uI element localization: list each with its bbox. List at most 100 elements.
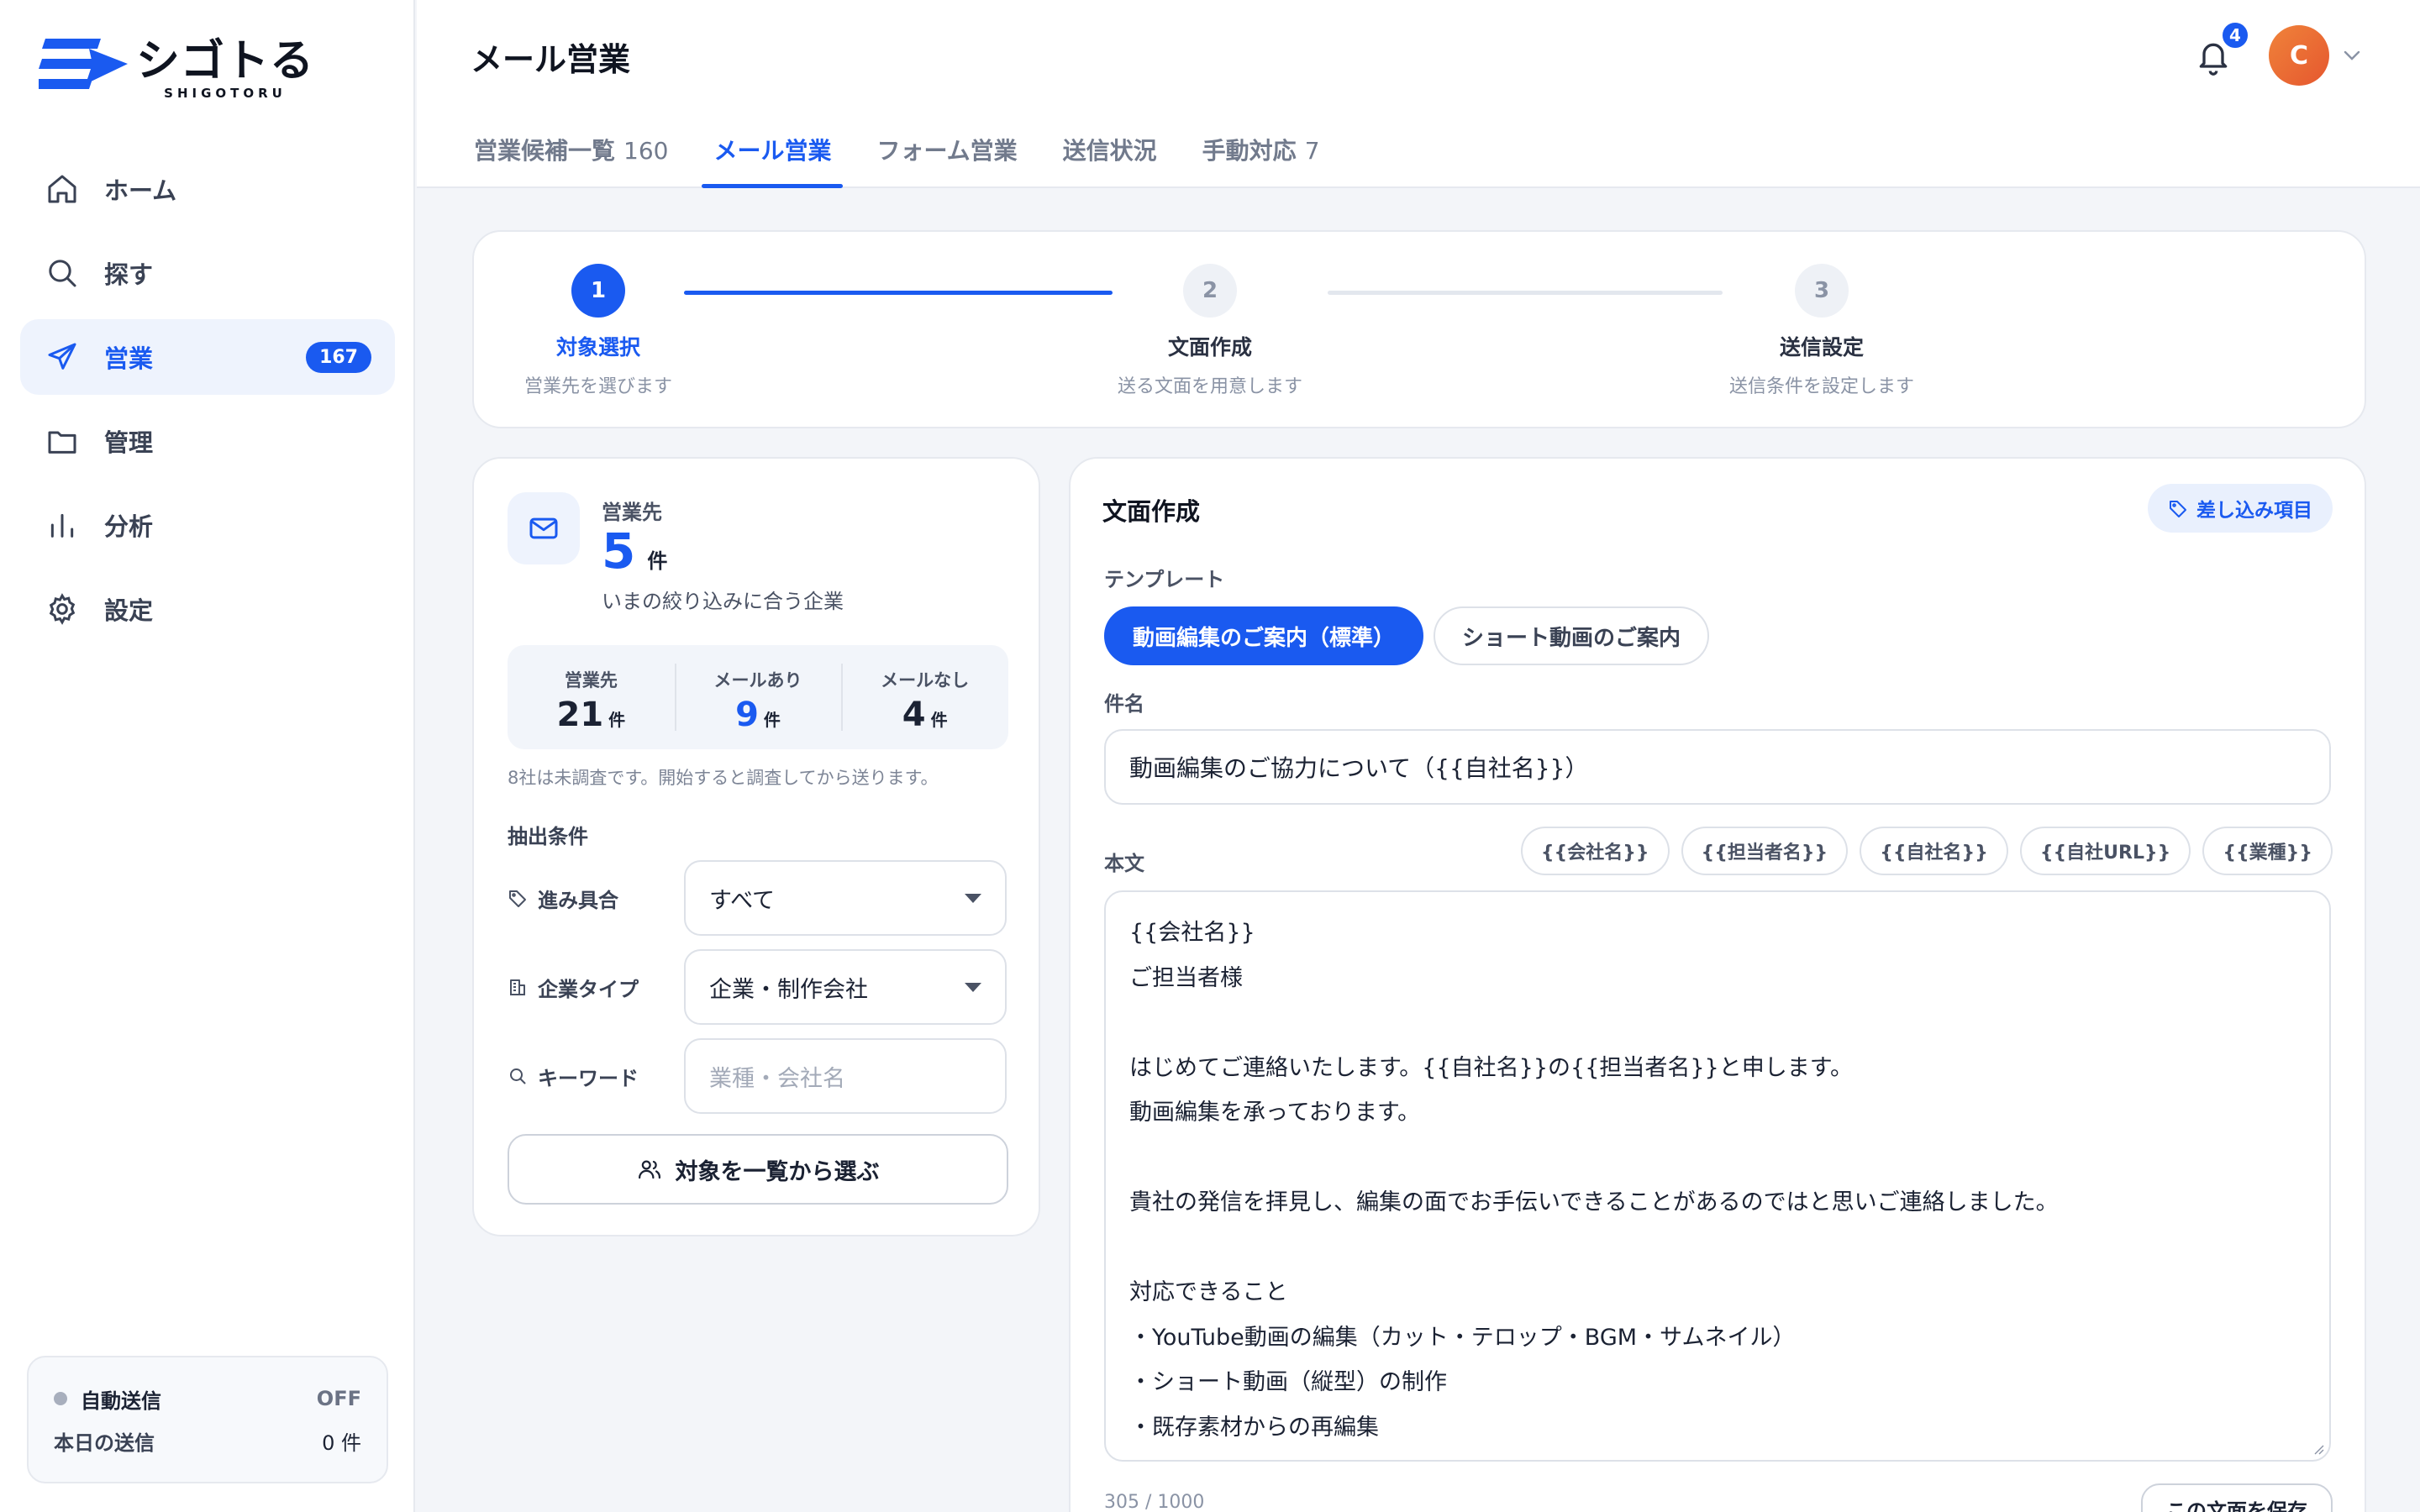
keyword-input[interactable]: 業種・会社名 [684, 1038, 1007, 1114]
resize-handle-icon[interactable] [2312, 1443, 2324, 1455]
progress-select[interactable]: すべて [684, 860, 1007, 936]
chevron-down-icon[interactable] [2341, 47, 2363, 64]
caret-down-icon [965, 894, 981, 903]
sidebar-item-manage[interactable]: 管理 [20, 403, 395, 479]
template-short-video[interactable]: ショート動画のご案内 [1434, 606, 1710, 665]
step-number: 2 [1183, 264, 1237, 318]
body-label: 本文 [1104, 852, 1144, 875]
chip-own-company[interactable]: {{自社名}} [1860, 827, 2008, 875]
template-label: テンプレート [1104, 568, 1225, 591]
home-icon [48, 175, 76, 203]
tab-send-status[interactable]: 送信状況 [1051, 118, 1169, 188]
stat-with-email: メールあり 9件 [674, 645, 842, 749]
page-header: メール営業 営業候補一覧 160 メール営業 フォーム営業 送信状況 手動対応 7 … [417, 0, 2420, 188]
step-connector [684, 291, 1113, 295]
conditions-title: 抽出条件 [508, 825, 588, 848]
tab-count: 7 [1304, 137, 1320, 165]
body-line: 動画編集を承っております。 [1129, 1100, 1421, 1126]
logo-subtext: SHIGOTORU [164, 86, 287, 101]
search-icon [510, 1068, 526, 1084]
step-compose[interactable]: 2 文面作成 送る文面を用意します [1101, 264, 1319, 398]
building-icon [510, 979, 525, 995]
target-description: いまの絞り込みに合う企業 [602, 590, 844, 613]
step-title: 送信設定 [1779, 335, 1864, 360]
sidebar: シゴトる SHIGOTORU ホーム 探す 営業 167 管理 分析 設定 自動… [0, 0, 415, 1512]
body-line [1129, 1000, 2306, 1046]
body-line [1129, 1136, 2306, 1181]
caret-down-icon [965, 983, 981, 992]
send-icon [48, 343, 76, 370]
chip-company-name[interactable]: {{会社名}} [1520, 827, 1670, 875]
body-line: ・ショート動画（縦型）の制作 [1129, 1369, 1447, 1395]
step-subtitle: 送信条件を設定します [1728, 376, 1914, 397]
filter-progress-row: 進み具合 すべて [508, 860, 1008, 936]
avatar[interactable]: C [2269, 25, 2329, 86]
logo-arrow-icon [39, 39, 128, 89]
search-icon [49, 260, 76, 287]
target-count: 5 件 [602, 522, 667, 580]
users-icon [638, 1160, 660, 1179]
chip-industry[interactable]: {{業種}} [2202, 827, 2333, 875]
auto-send-status: OFF [316, 1387, 361, 1410]
chip-own-url[interactable]: {{自社URL}} [2019, 827, 2191, 875]
tab-candidates[interactable]: 営業候補一覧 160 [462, 118, 680, 188]
step-subtitle: 営業先を選びます [523, 376, 672, 397]
target-count-unit: 件 [647, 549, 668, 573]
body-line: ・既存素材からの再編集 [1129, 1414, 1379, 1441]
stat-total: 営業先 21 件 [556, 670, 626, 734]
auto-send-card[interactable]: 自動送信 OFF 本日の送信 0 件 [27, 1356, 388, 1483]
tab-count: 160 [623, 137, 669, 165]
page-title: メール営業 [471, 41, 631, 78]
stat-without-email: メールなし 4件 [841, 645, 1008, 749]
char-counter: 305 / 1000 [1104, 1492, 1205, 1512]
compose-panel: 文面作成 差し込み項目 テンプレート 動画編集のご案内（標準） ショート動画のご… [1069, 457, 2366, 1512]
auto-send-label: 自動送信 [81, 1389, 161, 1413]
sidebar-item-analytics[interactable]: 分析 [20, 487, 395, 563]
tab-form-sales[interactable]: フォーム営業 [865, 118, 1028, 188]
today-send-label: 本日の送信 [54, 1431, 155, 1455]
sidebar-item-label: ホーム [104, 176, 177, 205]
gear-icon [49, 593, 76, 625]
body-textarea[interactable]: {{会社名}} ご担当者様 はじめてご連絡いたします。{{自社名}}の{{担当者… [1104, 890, 2331, 1462]
target-label: 営業先 [602, 501, 662, 524]
company-type-select[interactable]: 企業・制作会社 [684, 949, 1007, 1025]
filter-label: 企業タイプ [538, 977, 639, 1001]
sales-count-badge: 167 [306, 341, 371, 373]
sidebar-item-home[interactable]: ホーム [20, 151, 395, 227]
template-selector: 動画編集のご案内（標準） ショート動画のご案内 [1104, 606, 1719, 665]
notification-badge: 4 [2220, 20, 2250, 50]
step-connector [1328, 291, 1723, 295]
sidebar-nav: ホーム 探す 営業 167 管理 分析 設定 [20, 151, 395, 655]
today-send-value: 0 件 [322, 1431, 361, 1455]
save-template-button[interactable]: この文面を保存 [2141, 1483, 2333, 1512]
target-count-number: 5 [602, 522, 636, 580]
pick-from-list-button[interactable]: 対象を一覧から選ぶ [508, 1134, 1008, 1205]
chip-contact-name[interactable]: {{担当者名}} [1681, 827, 1849, 875]
step-send-settings[interactable]: 3 送信設定 送信条件を設定します [1712, 264, 1931, 398]
body-line [1129, 1226, 2306, 1271]
sidebar-item-label: 分析 [104, 512, 154, 541]
step-number: 1 [571, 264, 625, 318]
merge-chips: {{会社名}} {{担当者名}} {{自社名}} {{自社URL}} {{業種}… [1509, 827, 2333, 875]
sidebar-item-sales[interactable]: 営業 167 [20, 319, 395, 395]
tab-bar: 営業候補一覧 160 メール営業 フォーム営業 送信状況 手動対応 7 [462, 118, 1354, 188]
body-line: 対応できること [1129, 1279, 1288, 1305]
tab-email-sales[interactable]: メール営業 [702, 118, 844, 188]
filter-label: キーワード [538, 1066, 639, 1090]
body-line: ・YouTube動画の編集（カット・テロップ・BGM・サムネイル） [1129, 1324, 1796, 1351]
step-target-selection[interactable]: 1 対象選択 営業先を選びます [489, 264, 708, 398]
filter-company-type-row: 企業タイプ 企業・制作会社 [508, 949, 1008, 1025]
merge-fields-button[interactable]: 差し込み項目 [2148, 484, 2333, 533]
tab-manual[interactable]: 手動対応 7 [1191, 118, 1332, 188]
tag-icon [509, 890, 526, 907]
app-logo[interactable]: シゴトる SHIGOTORU [39, 35, 314, 102]
body-line: ご担当者様 [1129, 964, 1243, 991]
subject-field[interactable]: 動画編集のご協力について（{{自社名}}） [1104, 729, 2331, 805]
sidebar-item-settings[interactable]: 設定 [20, 571, 395, 647]
target-panel: 営業先 5 件 いまの絞り込みに合う企業 営業先 21 件 メールあり 9件 メー… [472, 457, 1040, 1236]
template-standard[interactable]: 動画編集のご案内（標準） [1104, 606, 1424, 665]
filter-keyword-row: キーワード 業種・会社名 [508, 1038, 1008, 1114]
sidebar-item-search[interactable]: 探す [20, 235, 395, 311]
compose-title: 文面作成 [1102, 497, 1201, 526]
target-stats: 営業先 21 件 メールあり 9件 メールなし 4件 [508, 645, 1008, 749]
